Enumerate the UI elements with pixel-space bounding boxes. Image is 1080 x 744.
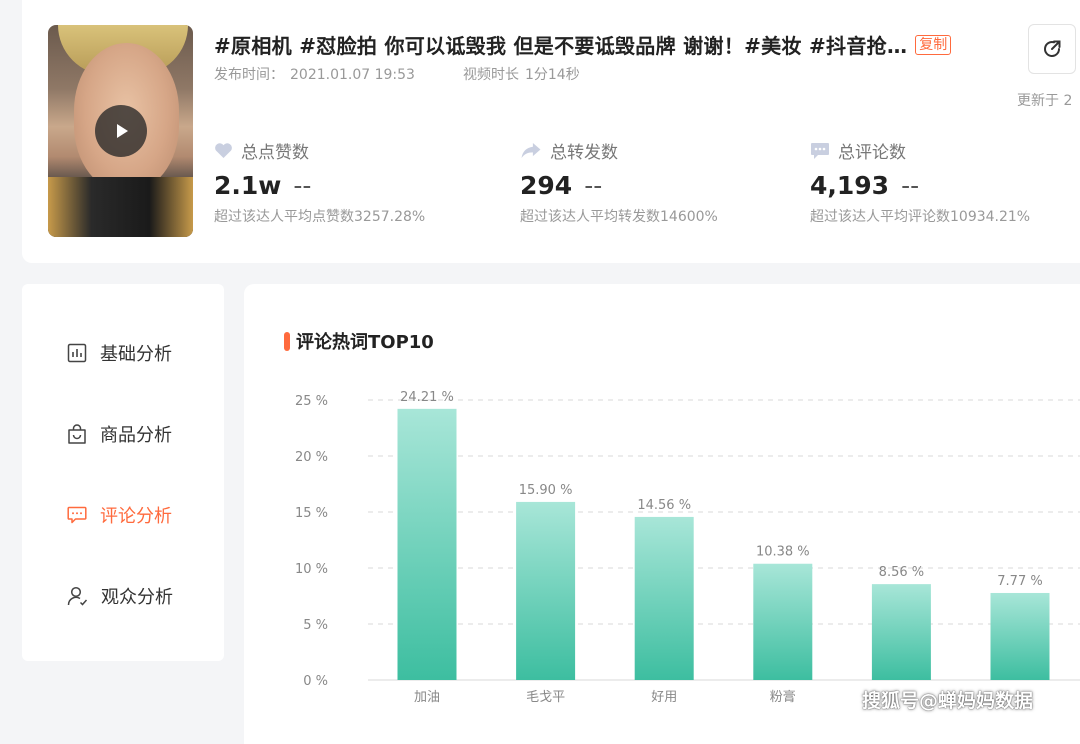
data-label: 24.21 % — [400, 390, 454, 405]
y-tick-label: 25 % — [295, 394, 328, 409]
x-tick-label: 毛戈平 — [526, 690, 565, 705]
data-label: 10.38 % — [756, 545, 810, 560]
bar[interactable] — [871, 584, 931, 680]
y-tick-label: 10 % — [295, 562, 328, 577]
bar[interactable] — [990, 592, 1050, 680]
x-tick-label: 好用 — [651, 690, 677, 705]
y-tick-label: 5 % — [303, 618, 328, 633]
x-tick-label: 加油 — [414, 690, 440, 705]
data-label: 7.77 % — [997, 574, 1042, 589]
bar[interactable] — [753, 563, 813, 680]
bar[interactable] — [634, 516, 694, 680]
bar[interactable] — [397, 408, 457, 680]
y-tick-label: 15 % — [295, 506, 328, 521]
y-tick-label: 20 % — [295, 450, 328, 465]
data-label: 14.56 % — [637, 498, 691, 513]
bar[interactable] — [516, 501, 576, 680]
watermark: 搜狐号@蝉妈妈数据 — [862, 690, 1034, 712]
x-tick-label: 粉膏 — [770, 689, 796, 705]
y-tick-label: 0 % — [303, 674, 328, 689]
data-label: 15.90 % — [519, 483, 573, 498]
data-label: 8.56 % — [879, 565, 924, 580]
keywords-bar-chart: 0 % 5 % 10 % 15 % 20 % 25 % 24.21 % 加油 15.90 % 毛戈… — [295, 390, 1080, 705]
